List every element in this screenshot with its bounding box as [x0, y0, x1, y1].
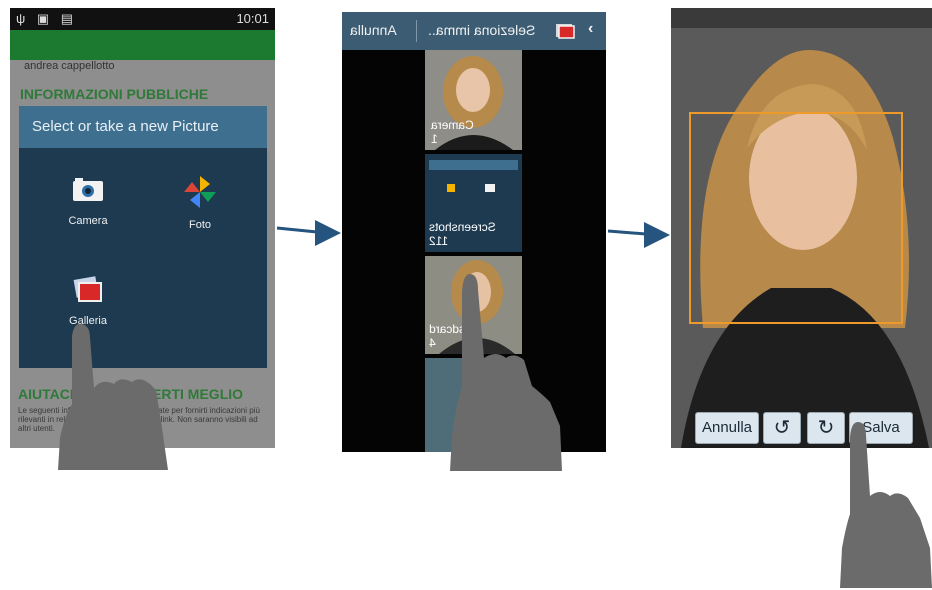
top-bar — [671, 8, 932, 28]
option-camera-label: Camera — [68, 215, 108, 227]
pointing-hand-icon — [58, 323, 168, 470]
crop-frame[interactable] — [689, 112, 903, 324]
album-thumbnail[interactable]: Camera 1 — [425, 50, 522, 150]
section-heading-info: INFORMAZIONI PUBBLICHE — [20, 86, 209, 102]
gallery-icon — [556, 24, 575, 39]
rotate-left-icon[interactable]: ↺ — [763, 412, 801, 444]
cancel-button[interactable]: Annulla — [695, 412, 759, 444]
album-thumbnail[interactable]: Screenshots 112 — [425, 154, 522, 252]
picker-title: Seleziona imma.. — [428, 22, 536, 38]
chevron-left-icon[interactable]: ‹ — [588, 20, 593, 38]
album-count: 112 — [429, 234, 449, 248]
mini-dialog-header — [429, 160, 518, 170]
option-foto-label: Foto — [188, 219, 211, 231]
pinwheel-icon — [447, 184, 455, 192]
cancel-button[interactable]: Annulla — [350, 22, 397, 38]
camera-icon — [73, 178, 103, 201]
album-name: Camera — [431, 118, 474, 132]
camera-icon — [485, 184, 495, 192]
pointing-hand-icon — [840, 422, 932, 588]
contact-name: andrea cappellotto — [24, 60, 115, 72]
option-camera[interactable]: Camera — [43, 176, 133, 227]
status-time: 10:01 — [236, 11, 269, 26]
divider — [416, 20, 417, 42]
flow-arrow-icon — [607, 222, 670, 248]
flow-arrow-icon — [276, 220, 341, 246]
option-foto[interactable]: Foto — [155, 174, 245, 231]
album-name: Screenshots — [429, 220, 496, 234]
pointing-hand-icon — [450, 274, 562, 471]
dialog-title: Select or take a new Picture — [19, 106, 267, 148]
gallery-action-bar: Annulla Seleziona imma.. ‹ — [342, 12, 606, 50]
pinwheel-icon — [184, 176, 216, 208]
status-bar: ψ ▣ ▤ 10:01 — [10, 8, 275, 30]
gallery-icon — [73, 276, 102, 302]
phone-screen-crop-editor: Annulla ↺ ↻ Salva — [671, 8, 932, 448]
notification-icons: ψ ▣ ▤ — [16, 11, 78, 26]
album-count: 1 — [431, 132, 438, 146]
app-header-bar — [10, 30, 275, 60]
